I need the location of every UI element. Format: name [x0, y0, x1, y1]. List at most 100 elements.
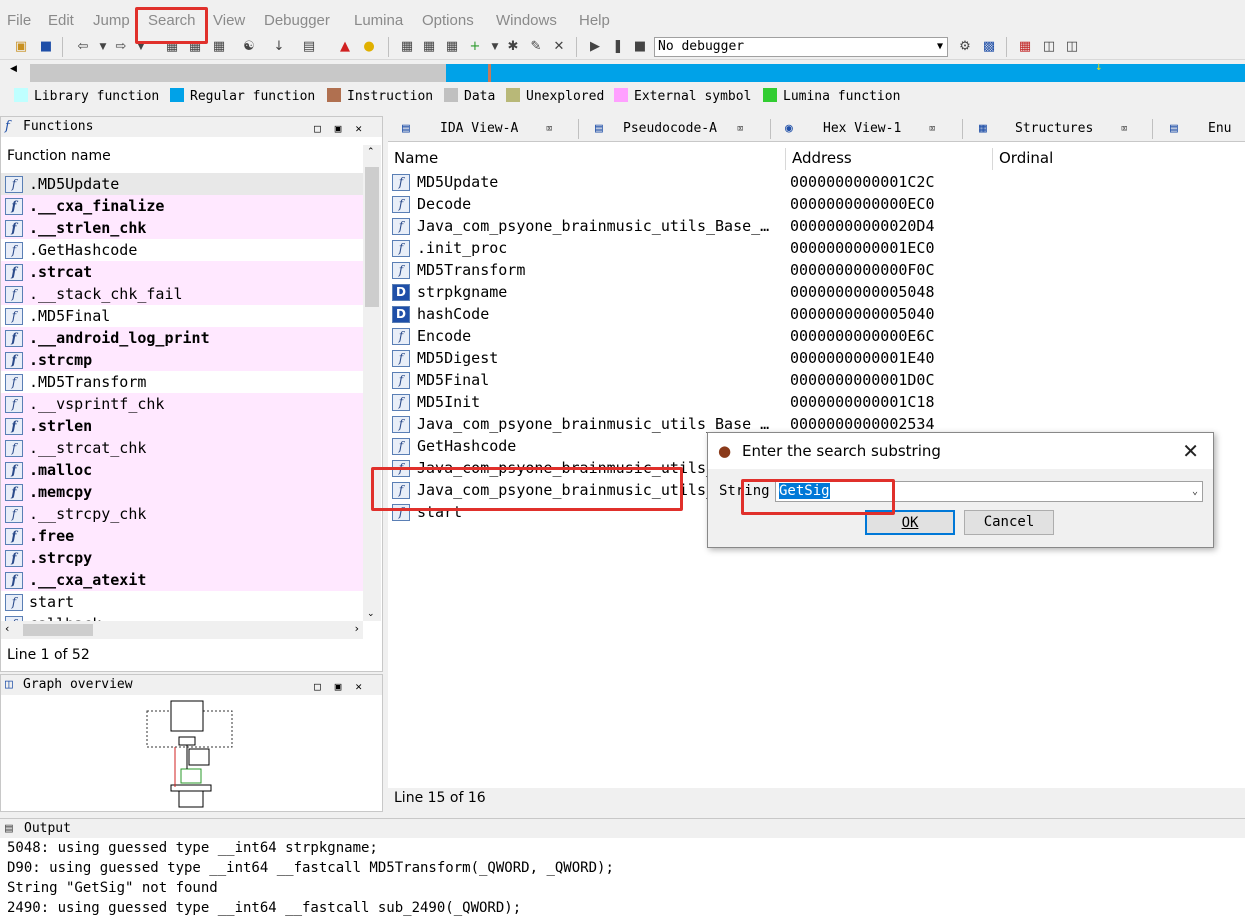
close-icon[interactable]: ✕ — [1182, 439, 1199, 463]
scroll-right-icon[interactable]: › — [355, 622, 359, 635]
delete-icon[interactable]: ✕ — [550, 38, 568, 56]
table-row[interactable]: Dstrpkgname 0000000000005048 — [388, 281, 1245, 303]
table-row[interactable]: f .init_proc 0000000000001EC0 — [388, 237, 1245, 259]
menu-file[interactable]: File — [7, 12, 31, 29]
debugger-options-icon[interactable]: ⚙ — [956, 38, 974, 56]
name-column-header[interactable]: Name — [394, 146, 438, 170]
close-icon[interactable]: ⌧ — [1121, 116, 1128, 141]
menu-view[interactable]: View — [213, 12, 245, 29]
patch-icon[interactable]: ✎ — [527, 38, 545, 56]
tab-ida-view-a[interactable]: ▤ IDA View-A ⌧ — [388, 116, 573, 141]
function-row[interactable]: f .GetHashcode — [1, 239, 363, 261]
table-row[interactable]: f Encode 0000000000000E6C — [388, 325, 1245, 347]
forward-icon[interactable]: ⇨ — [112, 38, 130, 56]
menu-options[interactable]: Options — [422, 12, 474, 29]
debugger-select[interactable]: No debugger ▼ — [654, 37, 948, 57]
close-icon[interactable]: ⌧ — [737, 116, 744, 141]
function-row[interactable]: f .strcpy — [1, 547, 363, 569]
make-code-icon[interactable]: ▦ — [398, 38, 416, 56]
function-row[interactable]: f .__android_log_print — [1, 327, 363, 349]
panel-window-buttons[interactable]: □▣✕ — [314, 677, 376, 697]
chevron-down-icon[interactable]: ⌄ — [1192, 482, 1198, 501]
down-arrow-icon[interactable]: ↓ — [270, 38, 288, 56]
close-icon[interactable]: ⌧ — [929, 116, 936, 141]
menu-edit[interactable]: Edit — [48, 12, 74, 29]
lightbulb-icon[interactable]: ● — [360, 38, 378, 56]
back-icon[interactable]: ⇦ — [74, 38, 92, 56]
function-row[interactable]: f .malloc — [1, 459, 363, 481]
output-panel[interactable]: 5048: using guessed type __int64 strpkgn… — [0, 838, 1245, 917]
dialog-titlebar[interactable]: ● Enter the search substring ✕ — [708, 433, 1213, 469]
table-row[interactable]: f MD5Init 0000000000001C18 — [388, 391, 1245, 413]
flowchart-icon[interactable]: ◫ — [1040, 38, 1058, 56]
menu-debugger[interactable]: Debugger — [264, 12, 330, 29]
function-row[interactable]: f .free — [1, 525, 363, 547]
function-row[interactable]: f .__strcpy_chk — [1, 503, 363, 525]
functions-horizontal-scrollbar[interactable]: ‹ › — [1, 621, 363, 639]
function-row[interactable]: f start — [1, 591, 363, 613]
function-row[interactable]: f .__cxa_atexit — [1, 569, 363, 591]
function-row[interactable]: f .__stack_chk_fail — [1, 283, 363, 305]
function-row[interactable]: f .strcmp — [1, 349, 363, 371]
functions-list[interactable]: f .MD5Update f .__cxa_finalize f .__strlen_ch… — [1, 173, 363, 621]
menu-jump[interactable]: Jump — [93, 12, 130, 29]
function-row[interactable]: f .__vsprintf_chk — [1, 393, 363, 415]
graph-layout-icon[interactable]: ▦ — [1016, 38, 1034, 56]
menu-lumina[interactable]: Lumina — [354, 12, 403, 29]
function-row[interactable]: f .strcat — [1, 261, 363, 283]
add-icon[interactable]: + — [466, 38, 484, 56]
function-row[interactable]: f .__cxa_finalize — [1, 195, 363, 217]
make-string-icon[interactable]: ▦ — [443, 38, 461, 56]
proximity-icon[interactable]: ◫ — [1063, 38, 1081, 56]
table-row[interactable]: f MD5Final 0000000000001D0C — [388, 369, 1245, 391]
nav-left-arrow-icon[interactable]: ◀ — [10, 64, 17, 74]
function-row[interactable]: f .strlen — [1, 415, 363, 437]
address-column-header[interactable]: Address — [792, 146, 852, 170]
scroll-left-icon[interactable]: ‹ — [5, 622, 9, 635]
add-dropdown-icon[interactable]: ▼ — [486, 38, 504, 56]
warning-icon[interactable]: ▲ — [336, 38, 354, 56]
close-icon[interactable]: ⌧ — [546, 116, 553, 141]
tab-pseudocode-a[interactable]: ▤ Pseudocode-A ⌧ — [571, 116, 756, 141]
immediate-search-icon[interactable]: ▦ — [210, 38, 228, 56]
play-icon[interactable]: ▶ — [586, 38, 604, 56]
function-name-column-header[interactable]: Function name — [1, 145, 363, 167]
function-row[interactable]: f .MD5Final — [1, 305, 363, 327]
make-data-icon[interactable]: ▦ — [420, 38, 438, 56]
attach-icon[interactable]: ▩ — [980, 38, 998, 56]
functions-vertical-scrollbar[interactable]: ⌃ ⌄ — [363, 145, 381, 621]
cross-reference-icon[interactable]: ▤ — [300, 38, 318, 56]
table-row[interactable]: f MD5Digest 0000000000001E40 — [388, 347, 1245, 369]
scroll-up-icon[interactable]: ⌃ — [367, 147, 375, 157]
save-icon[interactable]: ■ — [37, 38, 55, 56]
function-row[interactable]: f .memcpy — [1, 481, 363, 503]
search-next-icon[interactable]: ☯ — [240, 38, 258, 56]
undefine-icon[interactable]: ✱ — [504, 38, 522, 56]
tab-hex-view-1[interactable]: ◉ Hex View-1 ⌧ — [771, 116, 951, 141]
table-row[interactable]: f Java_com_psyone_brainmusic_utils_Base_…… — [388, 215, 1245, 237]
pause-icon[interactable]: ❚ — [609, 38, 627, 56]
open-folder-icon[interactable]: ▣ — [12, 38, 30, 56]
navigation-band[interactable]: ◀ ↓ — [10, 62, 1245, 84]
back-dropdown-icon[interactable]: ▼ — [94, 38, 112, 56]
ordinal-column-header[interactable]: Ordinal — [999, 146, 1053, 170]
function-row[interactable]: fcallback — [1, 613, 363, 621]
stop-icon[interactable]: ■ — [631, 38, 649, 56]
tab-structures[interactable]: ▦ Structures ⌧ — [963, 116, 1148, 141]
table-row[interactable]: f MD5Update 0000000000001C2C — [388, 171, 1245, 193]
function-icon: f — [5, 396, 23, 413]
function-row[interactable]: f .MD5Transform — [1, 371, 363, 393]
function-row[interactable]: f .__strlen_chk — [1, 217, 363, 239]
table-row[interactable]: f Decode 0000000000000EC0 — [388, 193, 1245, 215]
table-row[interactable]: f MD5Transform 0000000000000F0C — [388, 259, 1245, 281]
function-row[interactable]: f .MD5Update — [1, 173, 363, 195]
tab-enums[interactable]: ▤ Enu — [1156, 116, 1245, 141]
function-row[interactable]: f .__strcat_chk — [1, 437, 363, 459]
scroll-down-icon[interactable]: ⌄ — [367, 609, 375, 619]
menu-help[interactable]: Help — [579, 12, 610, 29]
menu-windows[interactable]: Windows — [496, 12, 557, 29]
table-row[interactable]: DhashCode 0000000000005040 — [388, 303, 1245, 325]
panel-window-buttons[interactable]: □▣✕ — [314, 119, 376, 139]
graph-overview-canvas[interactable] — [131, 697, 251, 809]
cancel-button[interactable]: Cancel — [964, 510, 1054, 535]
